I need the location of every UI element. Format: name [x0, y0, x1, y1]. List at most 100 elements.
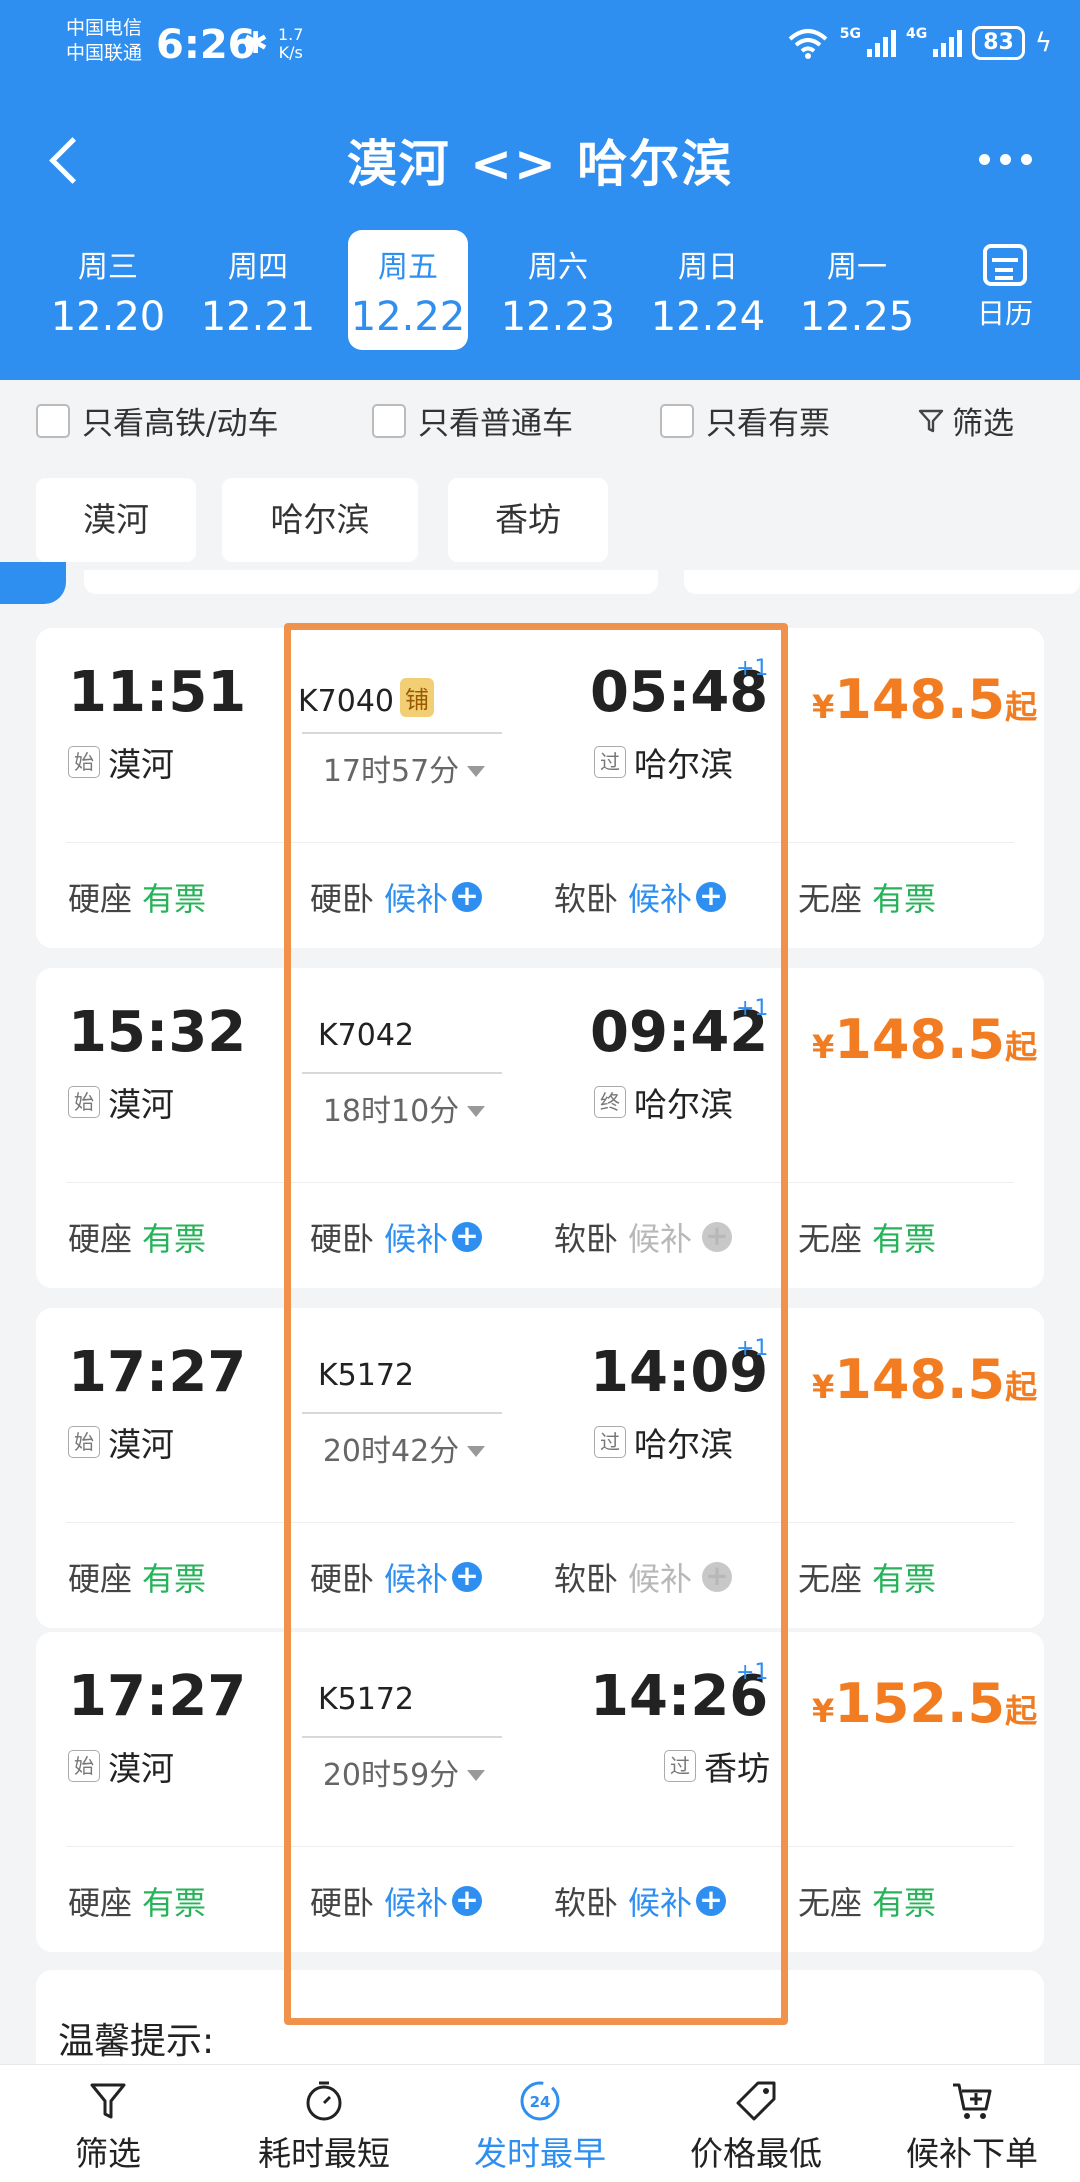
more-menu-icon[interactable] — [979, 154, 1032, 165]
arrival-station: 终 哈尔滨 — [594, 1078, 733, 1126]
wifi-icon — [788, 29, 828, 59]
normal-only-checkbox[interactable]: 只看普通车 — [372, 398, 573, 443]
calendar-button[interactable]: 日历 — [960, 244, 1050, 332]
seat-hard-seat[interactable]: 硬座 有票 — [68, 1554, 206, 1600]
seat-soft-sleeper: 软卧 候补 + — [554, 1214, 733, 1260]
seat-hard-seat[interactable]: 硬座 有票 — [68, 874, 206, 920]
tab-earliest-departure[interactable]: 24 发时最早 — [432, 2065, 648, 2182]
seat-hard-sleeper[interactable]: 硬卧 候补 + — [310, 1878, 483, 1924]
tab-filter[interactable]: 筛选 — [0, 2065, 216, 2182]
speed-value: 1.7 — [278, 25, 304, 44]
add-circle-icon[interactable]: + — [696, 1886, 727, 1916]
train-card[interactable]: 11:51 始 漠河 K7040 铺 17时57分 05:48 +1 过 哈尔滨 … — [36, 628, 1044, 948]
station-name: 哈尔滨 — [634, 1085, 733, 1124]
side-tab[interactable] — [0, 562, 66, 604]
station-chip[interactable]: 香坊 — [448, 478, 608, 562]
divider — [66, 1182, 1014, 1183]
caret-down-icon — [467, 1106, 486, 1117]
date-tab-selected[interactable]: 周五 12.22 — [348, 230, 468, 350]
funnel-icon — [918, 409, 944, 432]
filter-button[interactable]: 筛选 — [918, 398, 1014, 443]
date-tab[interactable]: 周四 12.21 — [198, 230, 318, 350]
price-suffix: 起 — [1005, 1368, 1038, 1406]
checkbox-box[interactable] — [660, 403, 694, 438]
seat-hard-sleeper[interactable]: 硬卧 候补 + — [310, 1554, 483, 1600]
checkbox-box[interactable] — [372, 403, 406, 438]
date-tab[interactable]: 周六 12.23 — [498, 230, 618, 350]
seat-name: 硬座 — [68, 1884, 133, 1922]
status-clock: 6:26 — [156, 22, 256, 68]
seat-status: 有票 — [872, 880, 937, 918]
station-chip[interactable]: 哈尔滨 — [222, 478, 418, 562]
seat-hard-sleeper[interactable]: 硬卧 候补 + — [310, 1214, 483, 1260]
train-number[interactable]: K5172 — [276, 1358, 456, 1393]
checkbox-label: 只看普通车 — [418, 406, 573, 442]
station-name: 漠河 — [108, 1425, 174, 1464]
date-value: 12.21 — [200, 294, 316, 340]
station-tag: 始 — [68, 1086, 100, 1118]
seat-no-seat[interactable]: 无座 有票 — [798, 1214, 936, 1260]
station-name: 漠河 — [108, 1085, 174, 1124]
duration-text: 20时59分 — [322, 1758, 460, 1793]
departure-station: 始 漠河 — [68, 738, 174, 786]
price-value: 152.5 — [834, 1672, 1006, 1735]
seat-soft-sleeper[interactable]: 软卧 候补 + — [554, 874, 727, 920]
duration[interactable]: 20时59分 — [276, 1750, 532, 1794]
bottom-tab-bar: 筛选 耗时最短 24 发时最早 价格最低 候补下单 — [0, 2064, 1080, 2182]
date-tab[interactable]: 周一 12.25 — [797, 230, 917, 350]
seat-name: 无座 — [798, 1884, 863, 1922]
highspeed-only-checkbox[interactable]: 只看高铁/动车 — [36, 398, 278, 443]
train-card[interactable]: 15:32 始 漠河 K7042 18时10分 09:42 +1 终 哈尔滨 ¥… — [36, 968, 1044, 1288]
duration[interactable]: 18时10分 — [276, 1086, 532, 1130]
seat-name: 硬卧 — [310, 1884, 375, 1922]
add-circle-icon[interactable]: + — [452, 1886, 483, 1916]
tab-waitlist-order[interactable]: 候补下单 — [864, 2065, 1080, 2182]
duration[interactable]: 20时42分 — [276, 1426, 532, 1470]
next-day-marker: +1 — [736, 996, 769, 1021]
seat-hard-sleeper[interactable]: 硬卧 候补 + — [310, 874, 483, 920]
departure-time: 17:27 — [68, 1340, 247, 1405]
status-bar: 中国电信 中国联通 6:26 ✱ 1.7 K/s 5G 4G 83 ϟ — [0, 0, 1080, 90]
train-number[interactable]: K7042 — [276, 1018, 456, 1053]
duration[interactable]: 17时57分 — [276, 746, 532, 790]
date-tab[interactable]: 周三 12.20 — [48, 230, 168, 350]
duration-text: 18时10分 — [322, 1094, 460, 1129]
charging-bolt-icon: ϟ — [1034, 28, 1052, 58]
seat-no-seat[interactable]: 无座 有票 — [798, 1554, 936, 1600]
seat-no-seat[interactable]: 无座 有票 — [798, 1878, 936, 1924]
tab-label: 发时最早 — [474, 2134, 606, 2173]
caret-down-icon — [467, 1446, 486, 1457]
add-circle-icon[interactable]: + — [452, 882, 483, 912]
add-circle-disabled-icon: + — [702, 1562, 733, 1592]
price-suffix: 起 — [1005, 688, 1038, 726]
tab-shortest-duration[interactable]: 耗时最短 — [216, 2065, 432, 2182]
seat-name: 硬座 — [68, 1220, 133, 1258]
carrier-1: 中国电信 — [66, 17, 143, 39]
add-circle-icon[interactable]: + — [452, 1222, 483, 1252]
tab-label: 耗时最短 — [258, 2134, 390, 2173]
available-only-checkbox[interactable]: 只看有票 — [660, 398, 830, 443]
date-weekday: 周四 — [228, 250, 288, 285]
checkbox-box[interactable] — [36, 403, 70, 438]
date-weekday: 周六 — [528, 250, 588, 285]
departure-time: 11:51 — [68, 660, 247, 725]
seat-name: 软卧 — [554, 1560, 619, 1598]
seat-hard-seat[interactable]: 硬座 有票 — [68, 1878, 206, 1924]
add-circle-icon[interactable]: + — [452, 1562, 483, 1592]
price-value: 148.5 — [834, 668, 1006, 731]
price-tag-icon — [736, 2081, 776, 2121]
seat-no-seat[interactable]: 无座 有票 — [798, 874, 936, 920]
train-card[interactable]: 17:27 始 漠河 K5172 20时59分 14:26 +1 过 香坊 ¥1… — [36, 1632, 1044, 1952]
train-number[interactable]: K5172 — [276, 1682, 456, 1717]
train-number[interactable]: K7040 铺 — [276, 678, 456, 719]
date-weekday: 周一 — [827, 250, 887, 285]
seat-hard-seat[interactable]: 硬座 有票 — [68, 1214, 206, 1260]
train-card[interactable]: 17:27 始 漠河 K5172 20时42分 14:09 +1 过 哈尔滨 ¥… — [36, 1308, 1044, 1628]
tab-lowest-price[interactable]: 价格最低 — [648, 2065, 864, 2182]
station-chip[interactable]: 漠河 — [36, 478, 196, 562]
seat-soft-sleeper[interactable]: 软卧 候补 + — [554, 1878, 727, 1924]
caret-down-icon — [467, 766, 486, 777]
add-circle-icon[interactable]: + — [696, 882, 727, 912]
duration-line — [302, 732, 502, 734]
date-tab[interactable]: 周日 12.24 — [648, 230, 768, 350]
